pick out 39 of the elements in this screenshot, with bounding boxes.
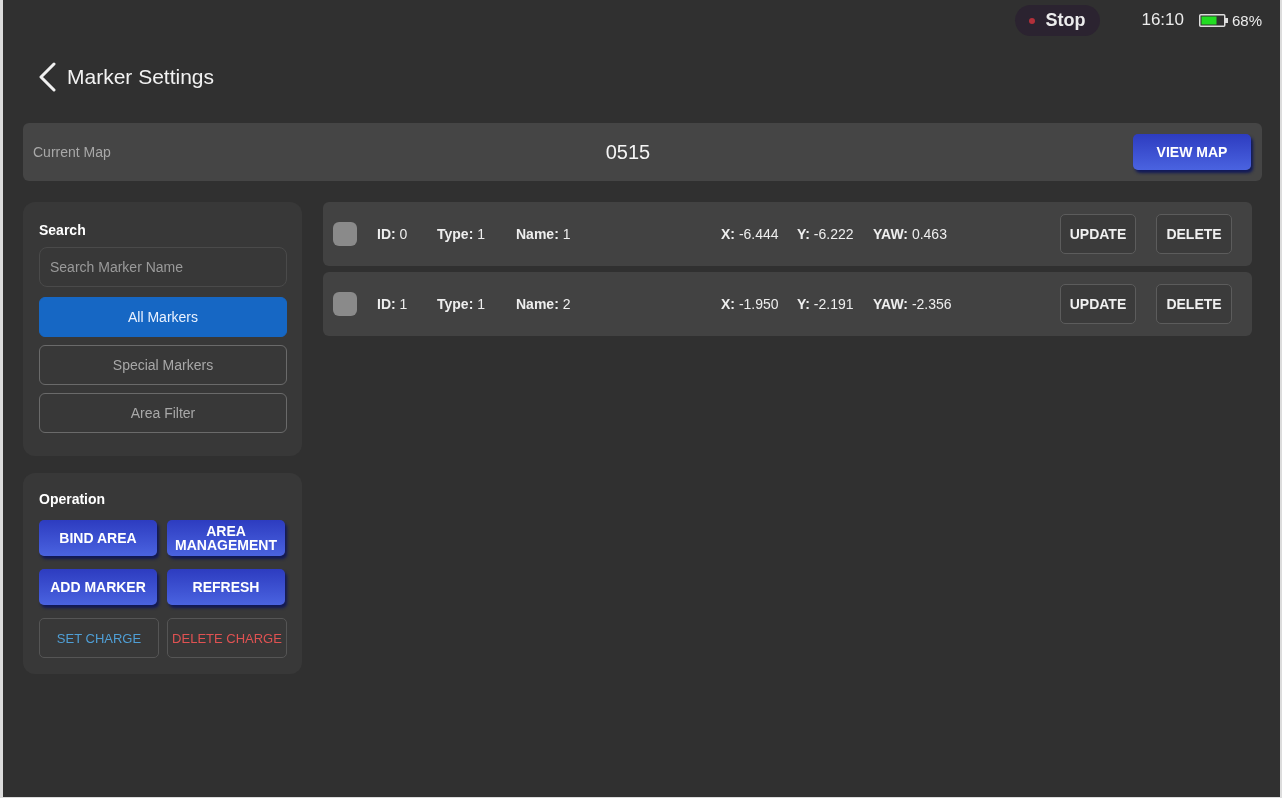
back-icon[interactable]: [38, 62, 56, 92]
checkbox[interactable]: [333, 222, 357, 246]
row-action-button[interactable]: DELETE: [1156, 284, 1232, 324]
marker-field: ID: 0: [377, 226, 408, 242]
view-map-button[interactable]: VIEW MAP: [1133, 134, 1251, 170]
marker-field: X: -1.950: [721, 296, 779, 312]
current-map-label: Current Map: [33, 144, 111, 160]
operation-button[interactable]: REFRESH: [167, 569, 285, 605]
battery-percent: 68%: [1231, 11, 1262, 29]
checkbox[interactable]: [333, 292, 357, 316]
row-action-button[interactable]: UPDATE: [1060, 214, 1136, 254]
marker-field: ID: 1: [377, 296, 408, 312]
marker-field: Name: 1: [516, 226, 571, 242]
operation-button[interactable]: BIND AREA: [39, 520, 157, 556]
panel-title: Operation: [39, 490, 107, 509]
current-map-value: 0515: [604, 140, 652, 164]
panel-title: Search: [39, 221, 87, 240]
marker-field: Y: -6.222: [797, 226, 854, 242]
row-action-button[interactable]: UPDATE: [1060, 284, 1136, 324]
marker-field: YAW: -2.356: [873, 296, 952, 312]
status-dot-icon: [1029, 17, 1036, 24]
filter-button[interactable]: Area Filter: [39, 393, 287, 433]
marker-field: Type: 1: [437, 226, 485, 242]
marker-field: Name: 2: [516, 296, 571, 312]
filter-button[interactable]: All Markers: [39, 297, 287, 337]
operation-button[interactable]: AREA MANAGEMENT: [167, 520, 285, 556]
row-action-button[interactable]: DELETE: [1156, 214, 1232, 254]
marker-field: YAW: 0.463: [873, 226, 947, 242]
operation-button[interactable]: SET CHARGE: [39, 618, 159, 658]
filter-button[interactable]: Special Markers: [39, 345, 287, 385]
marker-field: X: -6.444: [721, 226, 779, 242]
marker-field: Type: 1: [437, 296, 485, 312]
marker-field: Y: -2.191: [797, 296, 854, 312]
operation-button[interactable]: ADD MARKER: [39, 569, 157, 605]
battery-icon: [1198, 13, 1228, 27]
stop-button[interactable]: Stop: [1015, 5, 1101, 36]
search-field[interactable]: Search Marker Name: [39, 247, 287, 287]
clock-time: 16:10: [1141, 10, 1184, 30]
page-title: Marker Settings: [67, 65, 215, 89]
